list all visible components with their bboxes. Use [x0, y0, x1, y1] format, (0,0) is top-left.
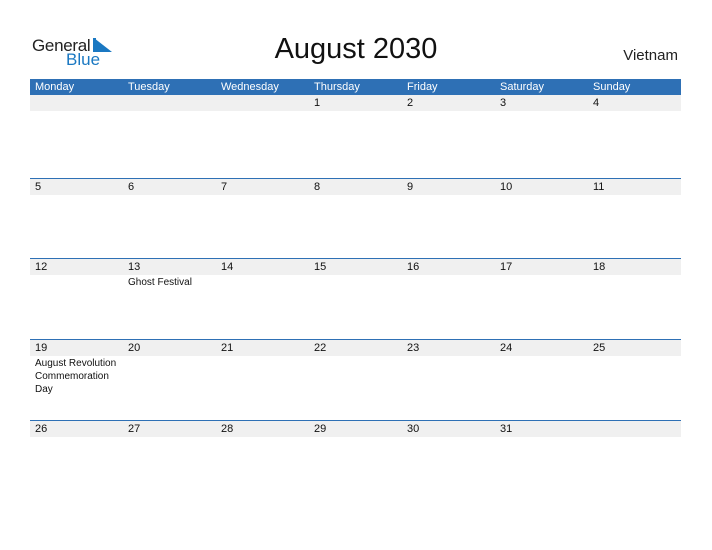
holiday-event — [495, 437, 588, 438]
day-number: 31 — [500, 423, 513, 435]
weekday-saturday: Saturday — [500, 81, 545, 93]
day-number-row: 5 6 7 8 9 10 11 — [30, 179, 681, 195]
day-number-row: 12 13 14 15 16 17 18 — [30, 259, 681, 275]
holiday-event — [30, 437, 123, 438]
holiday-event — [402, 111, 495, 112]
day-number: 2 — [407, 97, 414, 109]
holiday-event — [123, 437, 216, 438]
holiday-event — [588, 275, 681, 289]
holiday-event — [123, 195, 216, 196]
day-number-row: 19 20 21 22 23 24 25 — [30, 340, 681, 356]
week-row: 1 2 3 4 — [30, 95, 681, 112]
weekday-tuesday: Tuesday — [128, 81, 170, 93]
holiday-event — [402, 275, 495, 289]
week-row: 12 13 14 15 16 17 18 Ghost Festival — [30, 258, 681, 289]
holiday-event — [309, 437, 402, 438]
event-row — [30, 437, 681, 438]
day-number: 17 — [500, 261, 513, 273]
day-number: 12 — [35, 261, 48, 273]
holiday-event — [402, 356, 495, 396]
holiday-event — [309, 195, 402, 196]
holiday-event — [588, 356, 681, 396]
holiday-event — [216, 195, 309, 196]
calendar-grid: Monday Tuesday Wednesday Thursday Friday… — [30, 79, 681, 437]
holiday-event — [216, 111, 309, 112]
weekday-sunday: Sunday — [593, 81, 631, 93]
holiday-event — [309, 356, 402, 396]
day-number — [588, 421, 681, 437]
weekday-monday: Monday — [35, 81, 75, 93]
holiday-event — [495, 356, 588, 396]
day-number-row: 1 2 3 4 — [30, 95, 681, 111]
weekday-friday: Friday — [407, 81, 438, 93]
holiday-event — [588, 437, 681, 438]
holiday-event — [402, 437, 495, 438]
holiday-event: August Revolution Commemoration Day — [35, 358, 117, 395]
day-number: 29 — [314, 423, 327, 435]
day-number: 23 — [407, 342, 420, 354]
day-number: 6 — [128, 181, 135, 193]
week-row: 26 27 28 29 30 31 — [30, 420, 681, 438]
day-number: 22 — [314, 342, 327, 354]
holiday-event — [309, 275, 402, 289]
day-number-row: 26 27 28 29 30 31 — [30, 421, 681, 437]
day-number: 24 — [500, 342, 513, 354]
day-number: 14 — [221, 261, 234, 273]
week-row: 19 20 21 22 23 24 25 August Revolution Commemor… — [30, 339, 681, 396]
day-number: 11 — [593, 181, 605, 193]
day-number: 10 — [500, 181, 513, 193]
holiday-event — [495, 195, 588, 196]
day-number — [30, 95, 123, 111]
holiday-event — [588, 111, 681, 112]
day-number: 19 — [35, 342, 48, 354]
day-number: 15 — [314, 261, 327, 273]
day-number — [123, 95, 216, 111]
day-number — [216, 95, 309, 111]
day-number: 26 — [35, 423, 48, 435]
day-number: 8 — [314, 181, 321, 193]
holiday-event — [216, 356, 309, 396]
holiday-event — [123, 356, 216, 396]
day-number: 21 — [221, 342, 234, 354]
day-number: 3 — [500, 97, 507, 109]
day-number: 25 — [593, 342, 606, 354]
day-number: 20 — [128, 342, 141, 354]
week-row: 5 6 7 8 9 10 11 — [30, 178, 681, 196]
holiday-event — [495, 275, 588, 289]
event-row: August Revolution Commemoration Day — [30, 356, 681, 396]
weekday-thursday: Thursday — [314, 81, 360, 93]
holiday-event — [495, 111, 588, 112]
event-row — [30, 111, 681, 112]
weekday-wednesday: Wednesday — [221, 81, 279, 93]
day-number: 4 — [593, 97, 600, 109]
day-number: 30 — [407, 423, 420, 435]
holiday-event — [309, 111, 402, 112]
day-number: 9 — [407, 181, 414, 193]
day-number: 1 — [314, 97, 321, 109]
holiday-event — [588, 195, 681, 196]
day-number: 5 — [35, 181, 42, 193]
holiday-event — [216, 275, 309, 289]
holiday-event — [123, 111, 216, 112]
holiday-event — [402, 195, 495, 196]
holiday-event: Ghost Festival — [128, 277, 192, 288]
holiday-event — [30, 111, 123, 112]
day-number: 18 — [593, 261, 606, 273]
day-number: 28 — [221, 423, 234, 435]
weekday-header: Monday Tuesday Wednesday Thursday Friday… — [30, 79, 681, 95]
day-number: 13 — [128, 261, 141, 273]
holiday-event — [30, 275, 123, 289]
event-row — [30, 195, 681, 196]
day-number: 7 — [221, 181, 228, 193]
day-number: 27 — [128, 423, 141, 435]
event-row: Ghost Festival — [30, 275, 681, 289]
holiday-event — [30, 195, 123, 196]
day-number: 16 — [407, 261, 420, 273]
calendar-title: August 2030 — [274, 33, 438, 65]
holiday-event — [216, 437, 309, 438]
country-label: Vietnam — [623, 47, 678, 64]
